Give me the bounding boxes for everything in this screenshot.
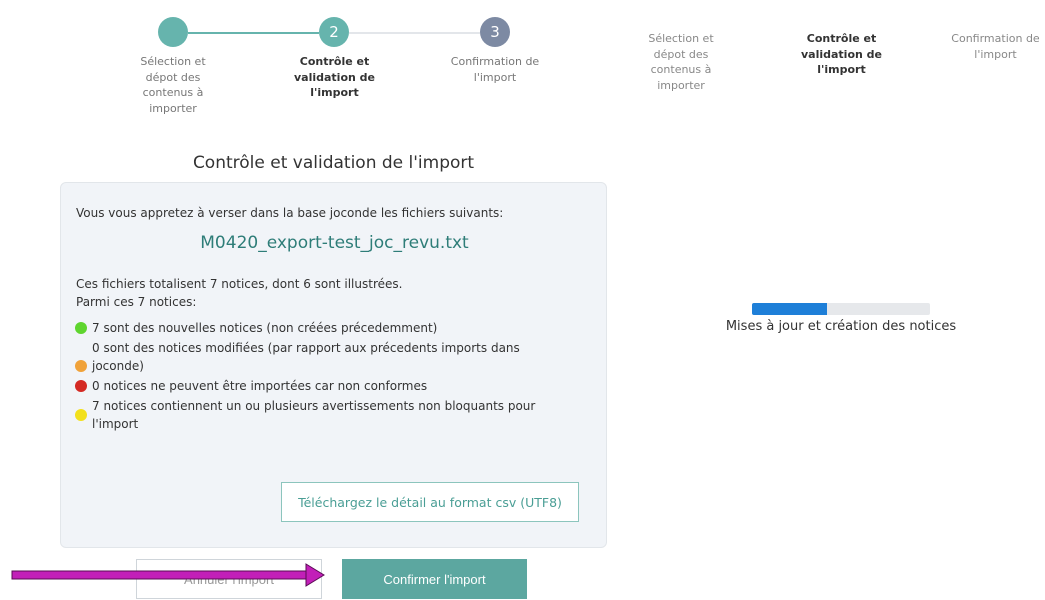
step-2-number: 2 bbox=[329, 23, 339, 41]
status-new-notices: 7 sont des nouvelles notices (non créées… bbox=[75, 319, 550, 337]
status-warning-notices: 7 notices contiennent un ou plusieurs av… bbox=[75, 397, 550, 433]
status-list: 7 sont des nouvelles notices (non créées… bbox=[75, 319, 550, 435]
section-title: Contrôle et validation de l'import bbox=[192, 153, 475, 173]
annotation-arrow-icon bbox=[11, 563, 325, 587]
right-step-1-label: Sélection et dépot des contenus à import… bbox=[648, 32, 714, 92]
step-connector-1-2 bbox=[188, 32, 319, 34]
totals-line-1: Ces fichiers totalisent 7 notices, dont … bbox=[76, 277, 403, 291]
step-2-circle: 2 bbox=[319, 17, 349, 47]
totals-line-2: Parmi ces 7 notices: bbox=[76, 295, 197, 309]
status-modified-notices: 0 sont des notices modifiées (par rappor… bbox=[75, 339, 550, 375]
orange-dot-icon bbox=[75, 360, 87, 372]
status-rejected-text: 0 notices ne peuvent être importées car … bbox=[92, 379, 428, 393]
green-dot-icon bbox=[75, 322, 87, 334]
validation-panel: Vous vous appretez à verser dans la base… bbox=[60, 182, 607, 548]
step-3-number: 3 bbox=[490, 23, 500, 41]
confirm-import-button[interactable]: Confirmer l'import bbox=[342, 559, 527, 599]
status-modified-text: 0 sont des notices modifiées (par rappor… bbox=[92, 341, 520, 373]
yellow-dot-icon bbox=[75, 409, 87, 421]
step-3-label: Confirmation de l'import bbox=[450, 55, 540, 84]
import-filename: M0420_export-test_joc_revu.txt bbox=[200, 233, 469, 253]
status-new-text: 7 sont des nouvelles notices (non créées… bbox=[92, 321, 438, 335]
download-csv-button[interactable]: Téléchargez le détail au format csv (UTF… bbox=[281, 482, 579, 522]
intro-text: Vous vous appretez à verser dans la base… bbox=[76, 206, 504, 220]
step-3-circle: 3 bbox=[480, 17, 510, 47]
totals-text: Ces fichiers totalisent 7 notices, dont … bbox=[76, 275, 402, 311]
progress-bar bbox=[752, 303, 930, 315]
status-rejected-notices: 0 notices ne peuvent être importées car … bbox=[75, 377, 550, 395]
red-dot-icon bbox=[75, 380, 87, 392]
step-1-circle bbox=[158, 17, 188, 47]
step-2-label: Contrôle et validation de l'import bbox=[293, 55, 375, 99]
progress-label: Mises à jour et création des notices bbox=[725, 319, 957, 334]
progress-bar-fill bbox=[752, 303, 827, 315]
right-step-2-label: Contrôle et validation de l'import bbox=[800, 32, 882, 76]
status-warning-text: 7 notices contiennent un ou plusieurs av… bbox=[92, 399, 536, 431]
right-step-3-label: Confirmation de l'import bbox=[951, 32, 1040, 61]
step-connector-2-3 bbox=[349, 32, 480, 34]
step-1-label: Sélection et dépot des contenus à import… bbox=[140, 55, 206, 115]
